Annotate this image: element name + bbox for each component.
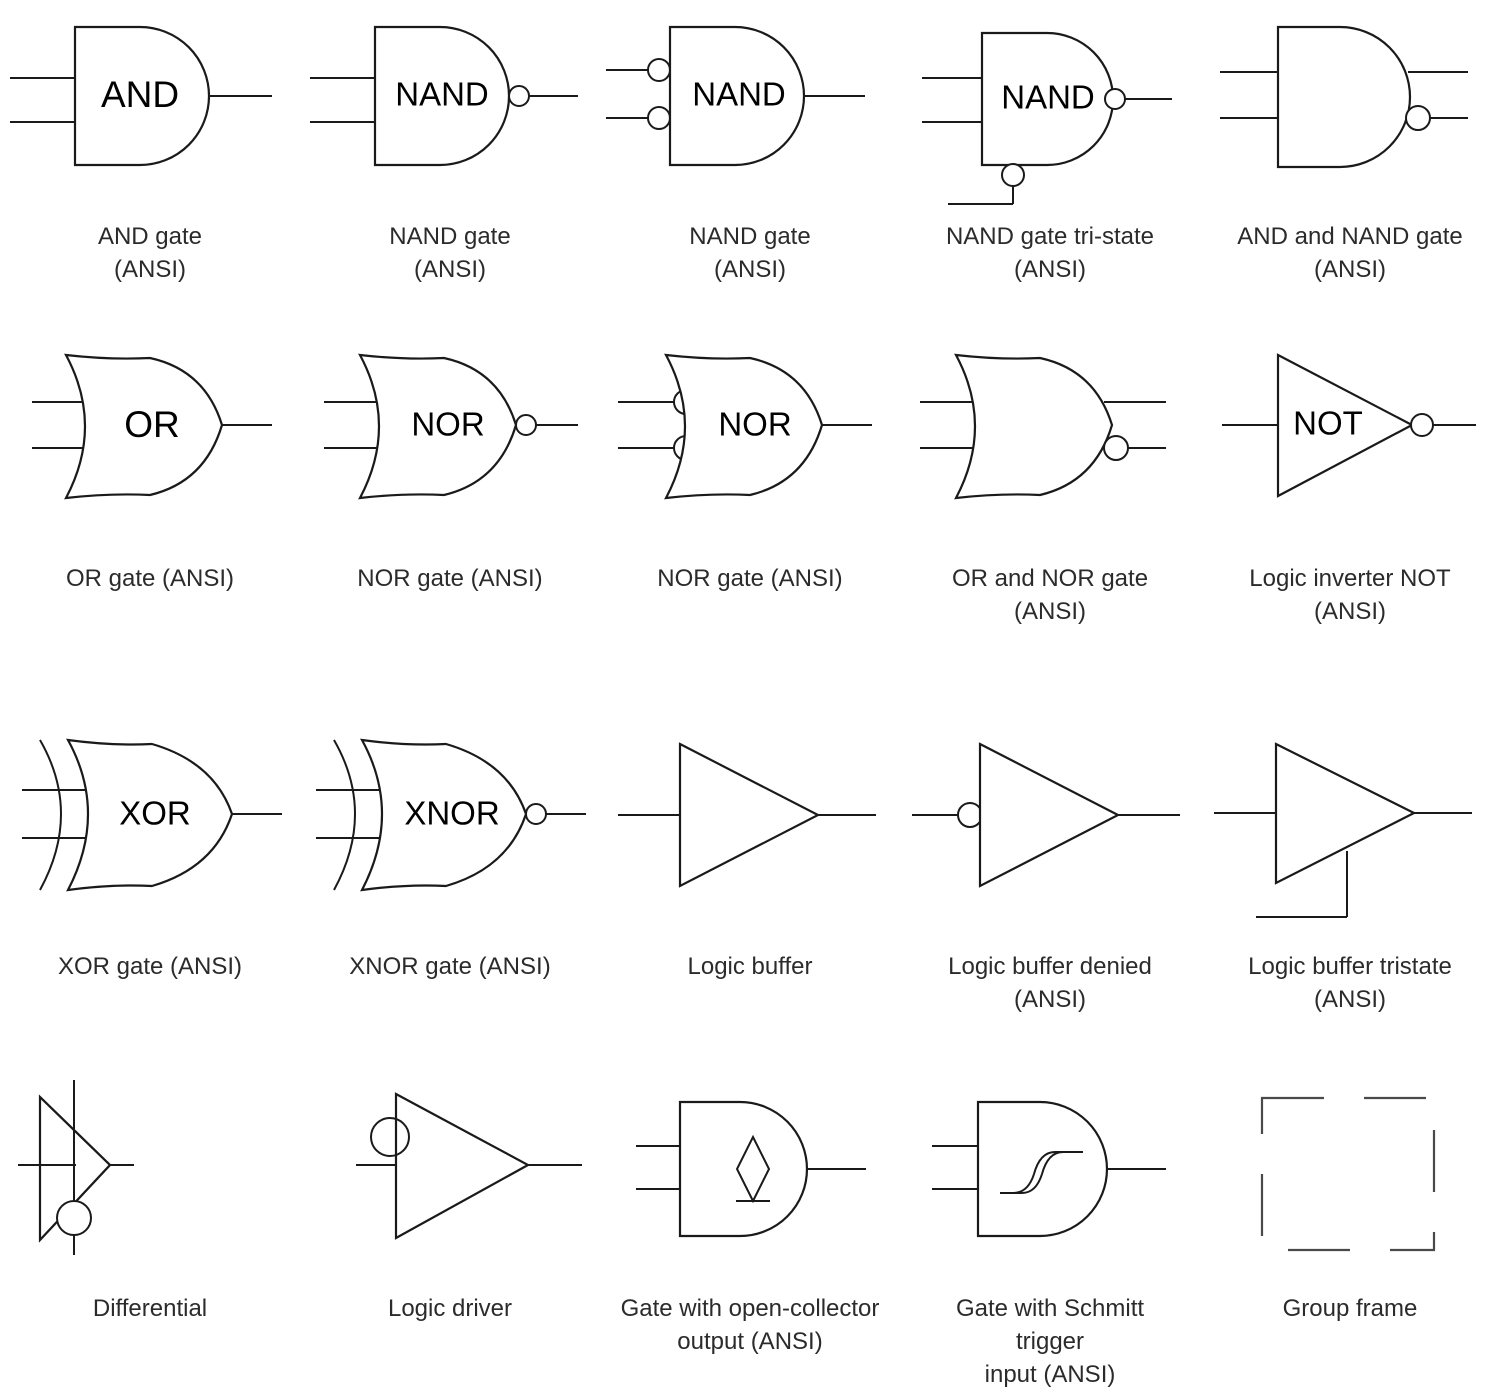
gate-label: NAND bbox=[1001, 79, 1095, 116]
symbol-cell-logic-buffer-tristate-ansi[interactable]: Logic buffer tristate (ANSI) bbox=[1200, 720, 1500, 1070]
symbol-cell-logic-buffer-denied-ansi[interactable]: Logic buffer denied (ANSI) bbox=[900, 720, 1200, 1070]
symbol-caption: XOR gate (ANSI) bbox=[57, 953, 243, 980]
gate-label: OR bbox=[124, 404, 180, 445]
enable-bubble-icon bbox=[1001, 163, 1025, 187]
symbol-caption: NAND gate tri-state (ANSI) bbox=[945, 223, 1155, 284]
gate-label: NAND bbox=[395, 76, 489, 113]
symbol-caption: Gate with open-collector output (ANSI) bbox=[620, 1295, 880, 1356]
symbol-caption: Differential bbox=[92, 1295, 208, 1322]
xnor-gate-symbol: XNOR bbox=[316, 738, 586, 892]
nor-gate-symbol: NOR bbox=[324, 353, 578, 500]
symbol-cell-logic-buffer[interactable]: Logic buffer bbox=[600, 720, 900, 1070]
input-bubble-icon bbox=[957, 802, 983, 828]
logic-inverter-not-symbol: NOT bbox=[1222, 353, 1476, 498]
output-bubble-icon bbox=[1410, 413, 1434, 437]
symbol-caption: Logic buffer tristate (ANSI) bbox=[1248, 953, 1452, 1014]
symbol-caption: Logic buffer bbox=[687, 953, 813, 980]
symbol-caption: AND gate (ANSI) bbox=[97, 223, 203, 284]
nor-gate-inverted-inputs-symbol: NOR bbox=[618, 353, 872, 500]
gate-schmitt-trigger-symbol bbox=[932, 1100, 1166, 1238]
logic-symbols-grid: AND AND gate (ANSI) NAND NAND gate (ANSI… bbox=[0, 0, 1500, 1388]
logic-buffer-tristate-symbol bbox=[1214, 742, 1472, 918]
input-bubble-icon bbox=[647, 106, 671, 130]
group-frame-symbol bbox=[1260, 1096, 1436, 1252]
symbol-cell-gate-schmitt-trigger-ansi[interactable]: Gate with Schmitt trigger input (ANSI) bbox=[900, 1070, 1200, 1388]
symbol-cell-xnor-gate-ansi[interactable]: XNOR XNOR gate (ANSI) bbox=[300, 720, 600, 1070]
symbol-cell-nand-gate-tristate-ansi[interactable]: NAND NAND gate tri-state (ANSI) bbox=[900, 0, 1200, 330]
symbol-caption: Logic inverter NOT (ANSI) bbox=[1249, 565, 1451, 626]
gate-label: AND bbox=[101, 74, 179, 115]
input-bubble-icon bbox=[647, 58, 671, 82]
differential-bubble-icon bbox=[56, 1200, 92, 1236]
gate-label: NOT bbox=[1293, 405, 1363, 442]
symbol-cell-group-frame[interactable]: Group frame bbox=[1200, 1070, 1500, 1386]
or-gate-symbol: OR bbox=[32, 353, 272, 500]
logic-buffer-symbol bbox=[618, 742, 876, 888]
xor-extra-arc bbox=[39, 739, 62, 891]
gate-label: NAND bbox=[692, 76, 786, 113]
driver-bubble-icon bbox=[370, 1117, 410, 1157]
output-bubble-icon bbox=[525, 803, 547, 825]
output-bubble-icon bbox=[508, 85, 530, 107]
symbol-caption: OR gate (ANSI) bbox=[65, 565, 235, 592]
output-bubble-icon bbox=[1103, 435, 1129, 461]
and-gate-symbol: AND bbox=[10, 25, 272, 167]
and-and-nand-gate-symbol bbox=[1220, 25, 1468, 169]
logic-buffer-denied-symbol bbox=[912, 742, 1180, 888]
gate-label: XOR bbox=[119, 795, 191, 832]
symbol-cell-logic-driver[interactable]: Logic driver bbox=[300, 1070, 600, 1386]
output-bubble-icon bbox=[1405, 105, 1431, 131]
symbol-cell-nor-gate-inverted-inputs-ansi[interactable]: NOR NOR gate (ANSI) bbox=[600, 330, 900, 720]
symbol-cell-nand-gate-inverted-inputs-ansi[interactable]: NAND NAND gate (ANSI) bbox=[600, 0, 900, 330]
symbol-cell-differential[interactable]: Differential bbox=[0, 1070, 300, 1386]
symbol-cell-xor-gate-ansi[interactable]: XOR XOR gate (ANSI) bbox=[0, 720, 300, 1070]
differential-symbol bbox=[18, 1080, 134, 1255]
symbol-cell-or-and-nor-gate-ansi[interactable]: OR and NOR gate (ANSI) bbox=[900, 330, 1200, 720]
symbol-caption: NAND gate (ANSI) bbox=[389, 223, 511, 284]
or-and-nor-gate-symbol bbox=[920, 353, 1166, 500]
symbol-cell-logic-inverter-not-ansi[interactable]: NOT Logic inverter NOT (ANSI) bbox=[1200, 330, 1500, 720]
symbol-caption: XNOR gate (ANSI) bbox=[349, 953, 551, 980]
output-bubble-icon bbox=[1104, 88, 1126, 110]
gate-label: XNOR bbox=[404, 795, 499, 832]
symbol-caption: Gate with Schmitt trigger input (ANSI) bbox=[955, 1295, 1145, 1389]
gate-open-collector-symbol bbox=[636, 1100, 866, 1238]
logic-driver-symbol bbox=[356, 1092, 582, 1240]
nand-gate-tristate-symbol: NAND bbox=[922, 31, 1172, 205]
symbol-caption: Group frame bbox=[1282, 1295, 1418, 1322]
gate-label: NOR bbox=[411, 406, 484, 443]
nand-gate-symbol: NAND bbox=[310, 25, 578, 167]
symbol-cell-and-gate-ansi[interactable]: AND AND gate (ANSI) bbox=[0, 0, 300, 330]
gate-label: NOR bbox=[718, 406, 791, 443]
symbol-cell-nand-gate-ansi[interactable]: NAND NAND gate (ANSI) bbox=[300, 0, 600, 330]
group-frame-rect bbox=[1260, 1096, 1436, 1252]
symbol-caption: Logic driver bbox=[387, 1295, 513, 1322]
symbol-cell-or-gate-ansi[interactable]: OR OR gate (ANSI) bbox=[0, 330, 300, 720]
symbol-caption: OR and NOR gate (ANSI) bbox=[951, 565, 1149, 626]
symbol-caption: NOR gate (ANSI) bbox=[357, 565, 543, 592]
nand-gate-inverted-inputs-symbol: NAND bbox=[606, 25, 865, 167]
xor-extra-arc bbox=[333, 739, 356, 891]
symbol-cell-and-and-nand-gate-ansi[interactable]: AND and NAND gate (ANSI) bbox=[1200, 0, 1500, 330]
xor-gate-symbol: XOR bbox=[22, 738, 282, 892]
output-bubble-icon bbox=[515, 414, 537, 436]
symbol-caption: Logic buffer denied (ANSI) bbox=[948, 953, 1152, 1014]
symbol-cell-nor-gate-ansi[interactable]: NOR NOR gate (ANSI) bbox=[300, 330, 600, 720]
symbol-caption: AND and NAND gate (ANSI) bbox=[1237, 223, 1463, 284]
symbol-cell-gate-open-collector-ansi[interactable]: Gate with open-collector output (ANSI) bbox=[600, 1070, 900, 1386]
symbol-caption: NAND gate (ANSI) bbox=[689, 223, 811, 284]
symbol-caption: NOR gate (ANSI) bbox=[657, 565, 843, 592]
